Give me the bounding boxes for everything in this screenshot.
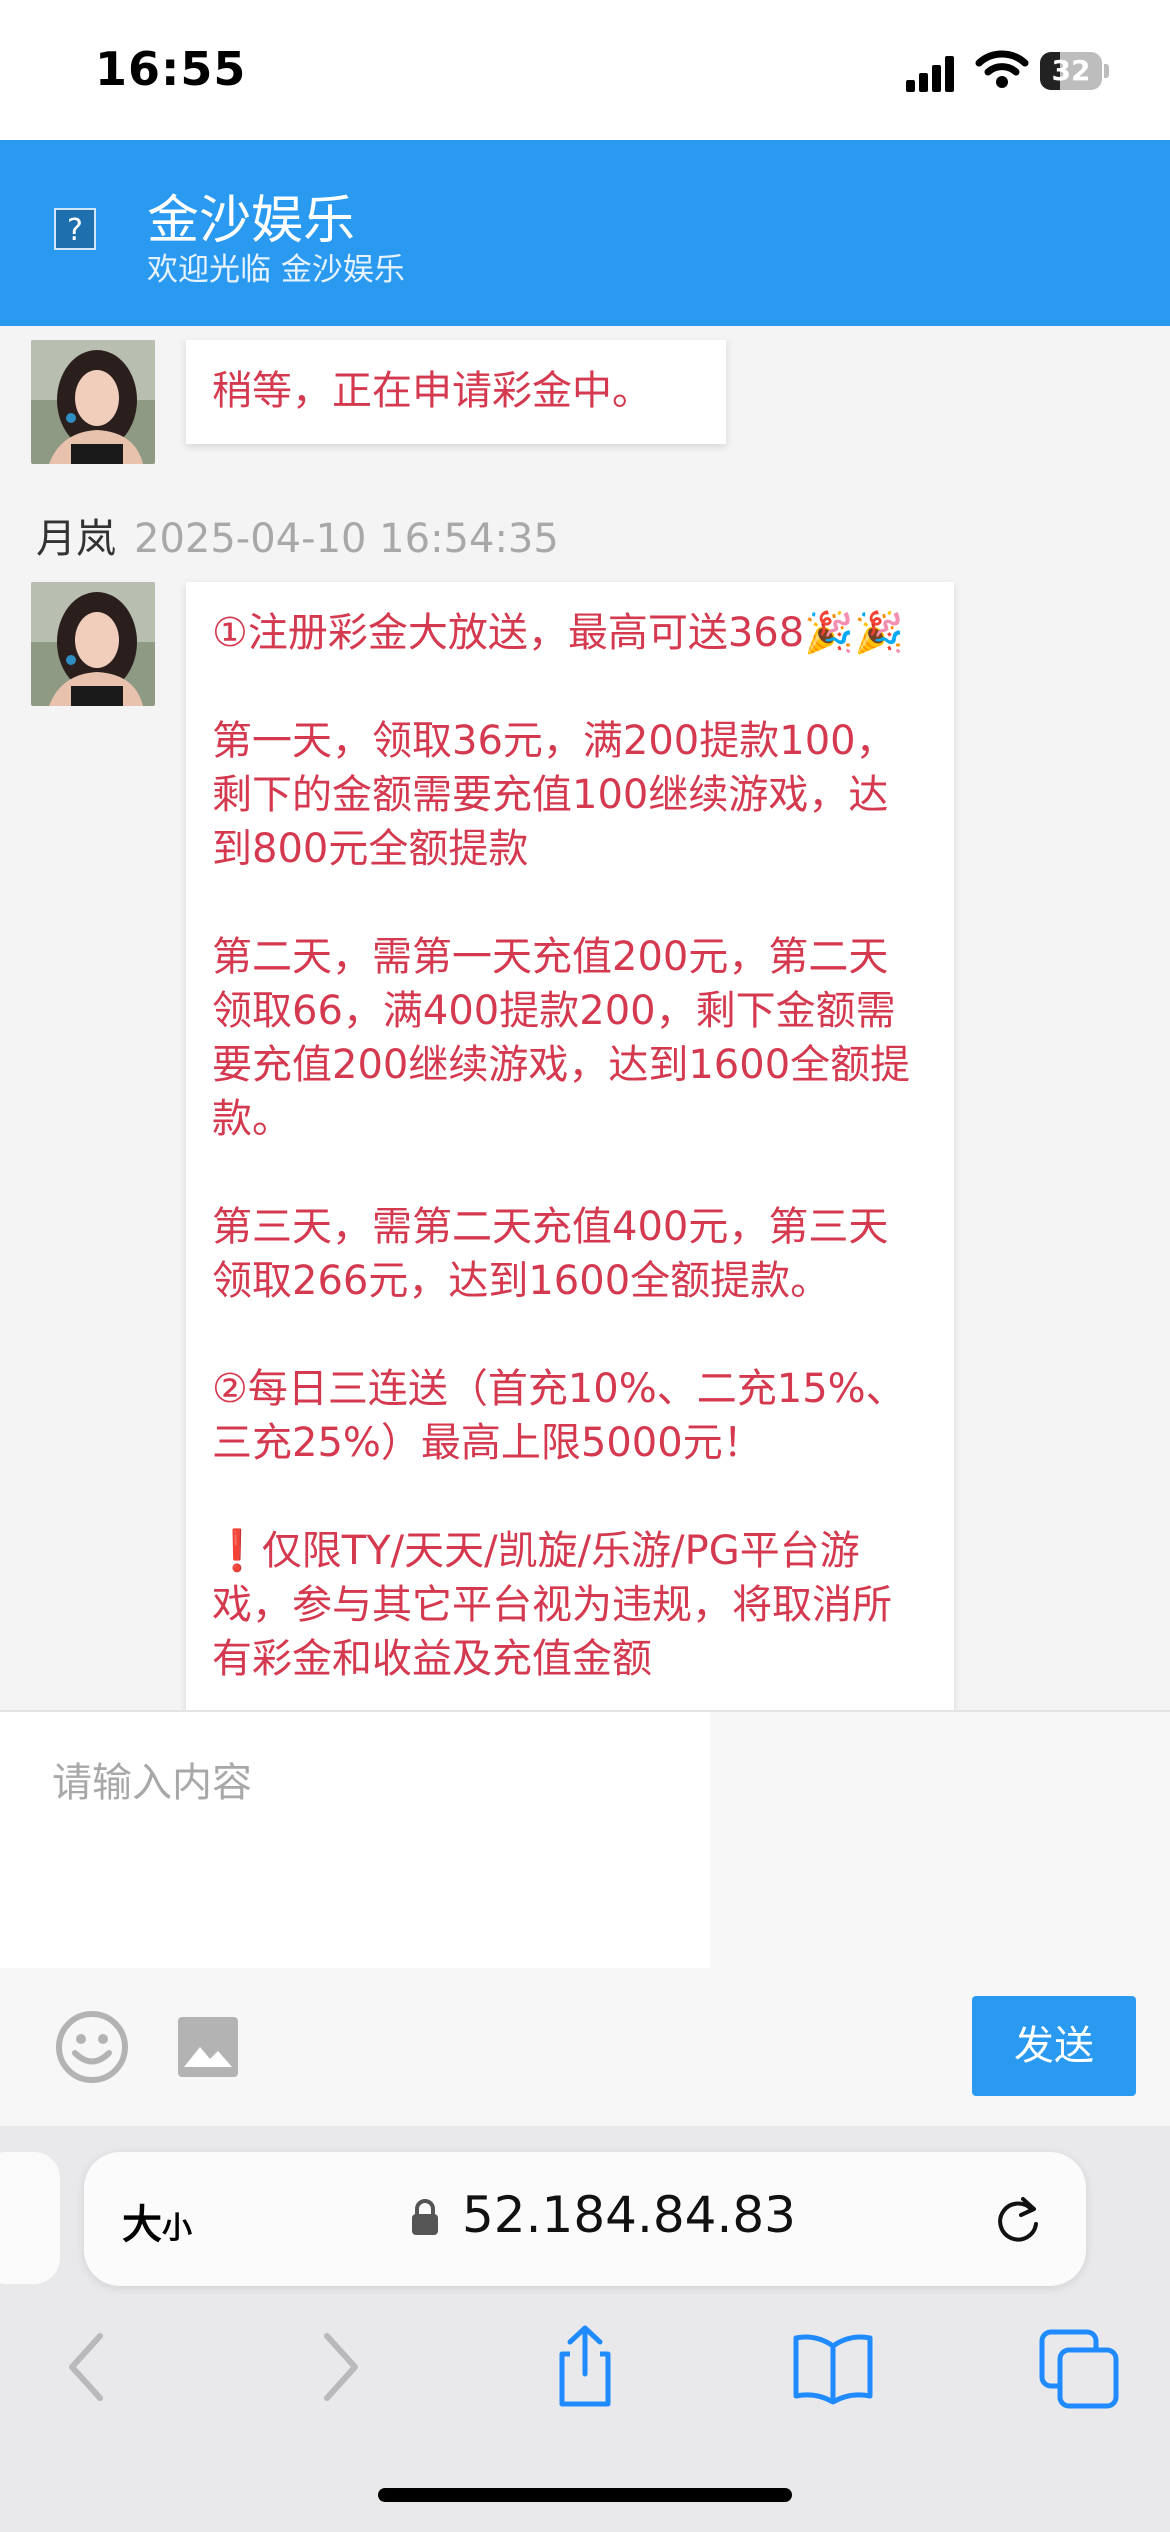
message-list[interactable]: 稍等，正在申请彩金中。 月岚 2025-04-10 16:54:35 ①注册彩金大… xyxy=(0,326,1170,1710)
image-icon[interactable] xyxy=(176,2015,240,2079)
wifi-icon xyxy=(975,50,1029,88)
message-text: 稍等，正在申请彩金中。 xyxy=(212,368,652,414)
broken-image-icon: ? xyxy=(54,208,96,250)
previous-tab-peek[interactable] xyxy=(0,2152,60,2284)
battery-icon: 32 xyxy=(1040,52,1110,90)
status-bar: 16:55 32 xyxy=(0,0,1170,140)
message-bubble: ①注册彩金大放送，最高可送368🎉🎉 第一天，领取36元，满200提款100，剩… xyxy=(186,582,954,1710)
message-bubble: 稍等，正在申请彩金中。 xyxy=(186,340,726,444)
message-input-box[interactable] xyxy=(0,1712,710,1968)
message-time: 2025-04-10 16:54:35 xyxy=(134,516,559,562)
service-avatar: ? xyxy=(18,172,132,286)
message-paragraph: 第二天，需第一天充值200元，第二天领取66，满400提款200，剩下金额需要充… xyxy=(212,934,911,1142)
home-indicator xyxy=(378,2488,792,2502)
send-button[interactable]: 发送 xyxy=(972,1996,1136,2096)
share-icon[interactable] xyxy=(540,2322,630,2412)
bookmarks-icon[interactable] xyxy=(788,2322,878,2412)
tabs-icon[interactable] xyxy=(1034,2322,1124,2412)
back-icon[interactable] xyxy=(42,2322,132,2412)
chat-subtitle: 欢迎光临 金沙娱乐 xyxy=(147,252,405,288)
message-paragraph: ②每日三连送（首充10%、二充15%、三充25%）最高上限5000元！ xyxy=(212,1366,906,1466)
agent-avatar xyxy=(31,340,155,464)
status-time: 16:55 xyxy=(95,42,247,96)
lock-icon xyxy=(412,2199,438,2235)
message-paragraph: ❗仅限TY/天天/凯旋/乐游/PG平台游戏，参与其它平台视为违规，将取消所有彩金… xyxy=(212,1528,892,1682)
emoji-icon[interactable] xyxy=(55,2010,129,2084)
message-paragraph: 第三天，需第二天充值400元，第三天领取266元，达到1600全额提款。 xyxy=(212,1204,889,1304)
agent-avatar xyxy=(31,582,155,706)
browser-nav xyxy=(0,2322,1170,2442)
battery-level: 32 xyxy=(1051,54,1091,87)
message-paragraph: ①注册彩金大放送，最高可送368🎉🎉 xyxy=(212,610,904,656)
chat-title: 金沙娱乐 xyxy=(147,191,356,251)
page-settings-button[interactable]: 大小 xyxy=(122,2192,192,2250)
url-text[interactable]: 52.184.84.83 xyxy=(462,2186,796,2244)
agent-photo xyxy=(31,340,155,464)
reload-icon[interactable] xyxy=(992,2194,1044,2246)
sender-name: 月岚 xyxy=(36,516,116,562)
chat-header: ? 金沙娱乐 欢迎光临 金沙娱乐 xyxy=(0,140,1170,326)
agent-photo xyxy=(31,582,155,706)
browser-toolbar: 大小 52.184.84.83 xyxy=(0,2126,1170,2532)
message-input[interactable] xyxy=(0,1712,710,1968)
composer: 发送 xyxy=(0,1710,1170,2130)
message-paragraph: 第一天，领取36元，满200提款100，剩下的金额需要充值100继续游戏，达到8… xyxy=(212,718,896,872)
address-bar[interactable]: 大小 52.184.84.83 xyxy=(84,2152,1086,2286)
message-meta: 月岚 2025-04-10 16:54:35 xyxy=(36,506,559,564)
cellular-signal-icon xyxy=(906,56,954,92)
forward-icon[interactable] xyxy=(295,2322,385,2412)
